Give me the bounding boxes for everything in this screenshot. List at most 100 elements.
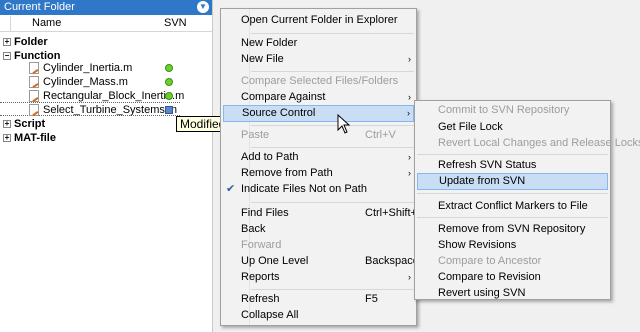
menu-label: Back: [241, 223, 266, 235]
menu-separator: [417, 217, 608, 218]
menu-separator: [251, 71, 414, 72]
menu-separator: [251, 202, 414, 203]
tree-node-label: Folder: [14, 36, 48, 48]
menu-item-paste[interactable]: Paste Ctrl+V: [223, 127, 414, 144]
menu-item-compare-against[interactable]: Compare Against ›: [223, 89, 414, 106]
submenu-item-remove-repo[interactable]: Remove from SVN Repository: [417, 221, 608, 238]
current-folder-panel: Current Folder ▼ Name SVN + Folder − Funct…: [0, 0, 213, 332]
file-row[interactable]: Rectangular_Block_Inertia.m: [0, 89, 212, 103]
tree-node-folder[interactable]: + Folder: [0, 35, 48, 49]
submenu-item-compare-ancestor[interactable]: Compare to Ancestor: [417, 253, 608, 270]
svn-status-modified-icon: [165, 106, 173, 114]
menu-label: Compare Selected Files/Folders: [241, 75, 399, 87]
menu-label: Add to Path: [241, 151, 299, 163]
menu-item-forward[interactable]: Forward: [223, 237, 414, 254]
matlab-file-icon: [29, 90, 39, 102]
menu-item-refresh[interactable]: Refresh F5: [223, 291, 414, 308]
expand-icon[interactable]: +: [3, 38, 11, 47]
submenu-item-revert-svn[interactable]: Revert using SVN: [417, 285, 608, 302]
menu-item-indicate-files[interactable]: ✔ Indicate Files Not on Path: [223, 181, 414, 198]
matlab-file-icon: [29, 104, 39, 116]
menu-item-new-folder[interactable]: New Folder: [223, 35, 414, 52]
file-row[interactable]: Cylinder_Mass.m: [0, 75, 212, 89]
submenu-arrow-icon: ›: [407, 108, 410, 118]
submenu-arrow-icon: ›: [408, 168, 411, 178]
menu-item-back[interactable]: Back: [223, 221, 414, 238]
menu-label: Find Files: [241, 207, 289, 219]
menu-item-source-control[interactable]: Source Control ›: [223, 105, 414, 122]
menu-label: Compare Against: [241, 91, 326, 103]
tree-node-script[interactable]: + Script: [0, 117, 45, 131]
menu-label: Revert Local Changes and Release Locks: [438, 137, 640, 149]
column-svn-header[interactable]: SVN: [164, 17, 187, 29]
menu-label: Commit to SVN Repository: [438, 104, 570, 116]
column-name-header[interactable]: Name: [32, 17, 61, 29]
submenu-arrow-icon: ›: [408, 54, 411, 64]
menu-label: Compare to Ancestor: [438, 255, 542, 267]
menu-label: Collapse All: [241, 309, 299, 321]
file-name: Cylinder_Inertia.m: [43, 62, 133, 74]
collapse-icon[interactable]: −: [3, 52, 11, 61]
file-name: Select_Turbine_Systems.m: [43, 104, 178, 116]
panel-title-bar: Current Folder ▼: [0, 0, 212, 15]
file-name: Cylinder_Mass.m: [43, 76, 128, 88]
menu-item-new-file[interactable]: New File ›: [223, 51, 414, 68]
menu-label: Forward: [241, 239, 282, 251]
menu-label: Indicate Files Not on Path: [241, 183, 367, 195]
menu-item-open-folder[interactable]: Open Current Folder in Explorer: [223, 12, 414, 29]
menu-label: Remove from Path: [241, 167, 333, 179]
submenu-item-extract-conflict[interactable]: Extract Conflict Markers to File: [417, 198, 608, 215]
matlab-file-icon: [29, 62, 39, 74]
menu-label: Remove from SVN Repository: [438, 223, 586, 235]
menu-label: Show Revisions: [438, 239, 517, 251]
panel-menu-icon[interactable]: ▼: [197, 1, 209, 13]
submenu-arrow-icon: ›: [408, 152, 411, 162]
menu-item-reports[interactable]: Reports ›: [223, 269, 414, 286]
checkmark-icon: ✔: [226, 183, 236, 195]
menu-separator: [251, 289, 414, 290]
submenu-arrow-icon: ›: [408, 272, 411, 282]
menu-item-remove-from-path[interactable]: Remove from Path ›: [223, 165, 414, 182]
shortcut-label: Backspace: [365, 255, 419, 267]
expand-icon[interactable]: +: [3, 120, 11, 129]
menu-label: Extract Conflict Markers to File: [438, 200, 588, 212]
file-row[interactable]: Cylinder_Inertia.m: [0, 61, 212, 75]
submenu-item-get-lock[interactable]: Get File Lock: [417, 119, 608, 136]
menu-item-collapse-all[interactable]: Collapse All: [223, 307, 414, 324]
menu-item-find-files[interactable]: Find Files Ctrl+Shift+F: [223, 205, 424, 222]
submenu-arrow-icon: ›: [408, 92, 411, 102]
matlab-file-icon: [29, 76, 39, 88]
menu-label: Up One Level: [241, 255, 309, 267]
submenu-item-update[interactable]: Update from SVN: [417, 173, 608, 190]
tree-node-matfile[interactable]: + MAT-file: [0, 131, 56, 145]
file-row-selected[interactable]: Select_Turbine_Systems.m: [0, 102, 180, 116]
menu-label: Source Control: [242, 107, 316, 119]
menu-item-up-one-level[interactable]: Up One Level Backspace: [223, 253, 419, 270]
menu-label: New Folder: [241, 37, 298, 49]
submenu-item-refresh-status[interactable]: Refresh SVN Status: [417, 157, 608, 174]
tree-node-label: MAT-file: [14, 132, 56, 144]
shortcut-label: F5: [365, 293, 378, 305]
menu-label: Reports: [241, 271, 280, 283]
column-header: Name SVN: [0, 15, 212, 32]
svn-status-ok-icon: [165, 92, 173, 100]
menu-label: Get File Lock: [438, 121, 503, 133]
mouse-cursor-icon: [337, 114, 351, 134]
submenu-item-show-revisions[interactable]: Show Revisions: [417, 237, 608, 254]
expand-icon[interactable]: +: [3, 134, 11, 143]
menu-separator: [417, 193, 608, 194]
menu-item-compare-selected[interactable]: Compare Selected Files/Folders: [223, 73, 414, 90]
menu-label: Open Current Folder in Explorer: [241, 14, 398, 26]
menu-item-add-to-path[interactable]: Add to Path ›: [223, 149, 414, 166]
tree-node-label: Script: [14, 118, 46, 130]
file-name: Rectangular_Block_Inertia.m: [43, 90, 185, 102]
menu-label: Refresh SVN Status: [438, 159, 537, 171]
menu-separator: [417, 154, 608, 155]
submenu-item-revert-local[interactable]: Revert Local Changes and Release Locks: [417, 135, 640, 152]
context-menu: Open Current Folder in Explorer New Fold…: [220, 8, 424, 326]
menu-label: Update from SVN: [439, 175, 526, 187]
submenu-item-compare-revision[interactable]: Compare to Revision: [417, 269, 608, 286]
panel-title: Current Folder: [4, 1, 75, 13]
submenu-item-commit[interactable]: Commit to SVN Repository: [417, 102, 608, 119]
menu-separator: [251, 147, 414, 148]
